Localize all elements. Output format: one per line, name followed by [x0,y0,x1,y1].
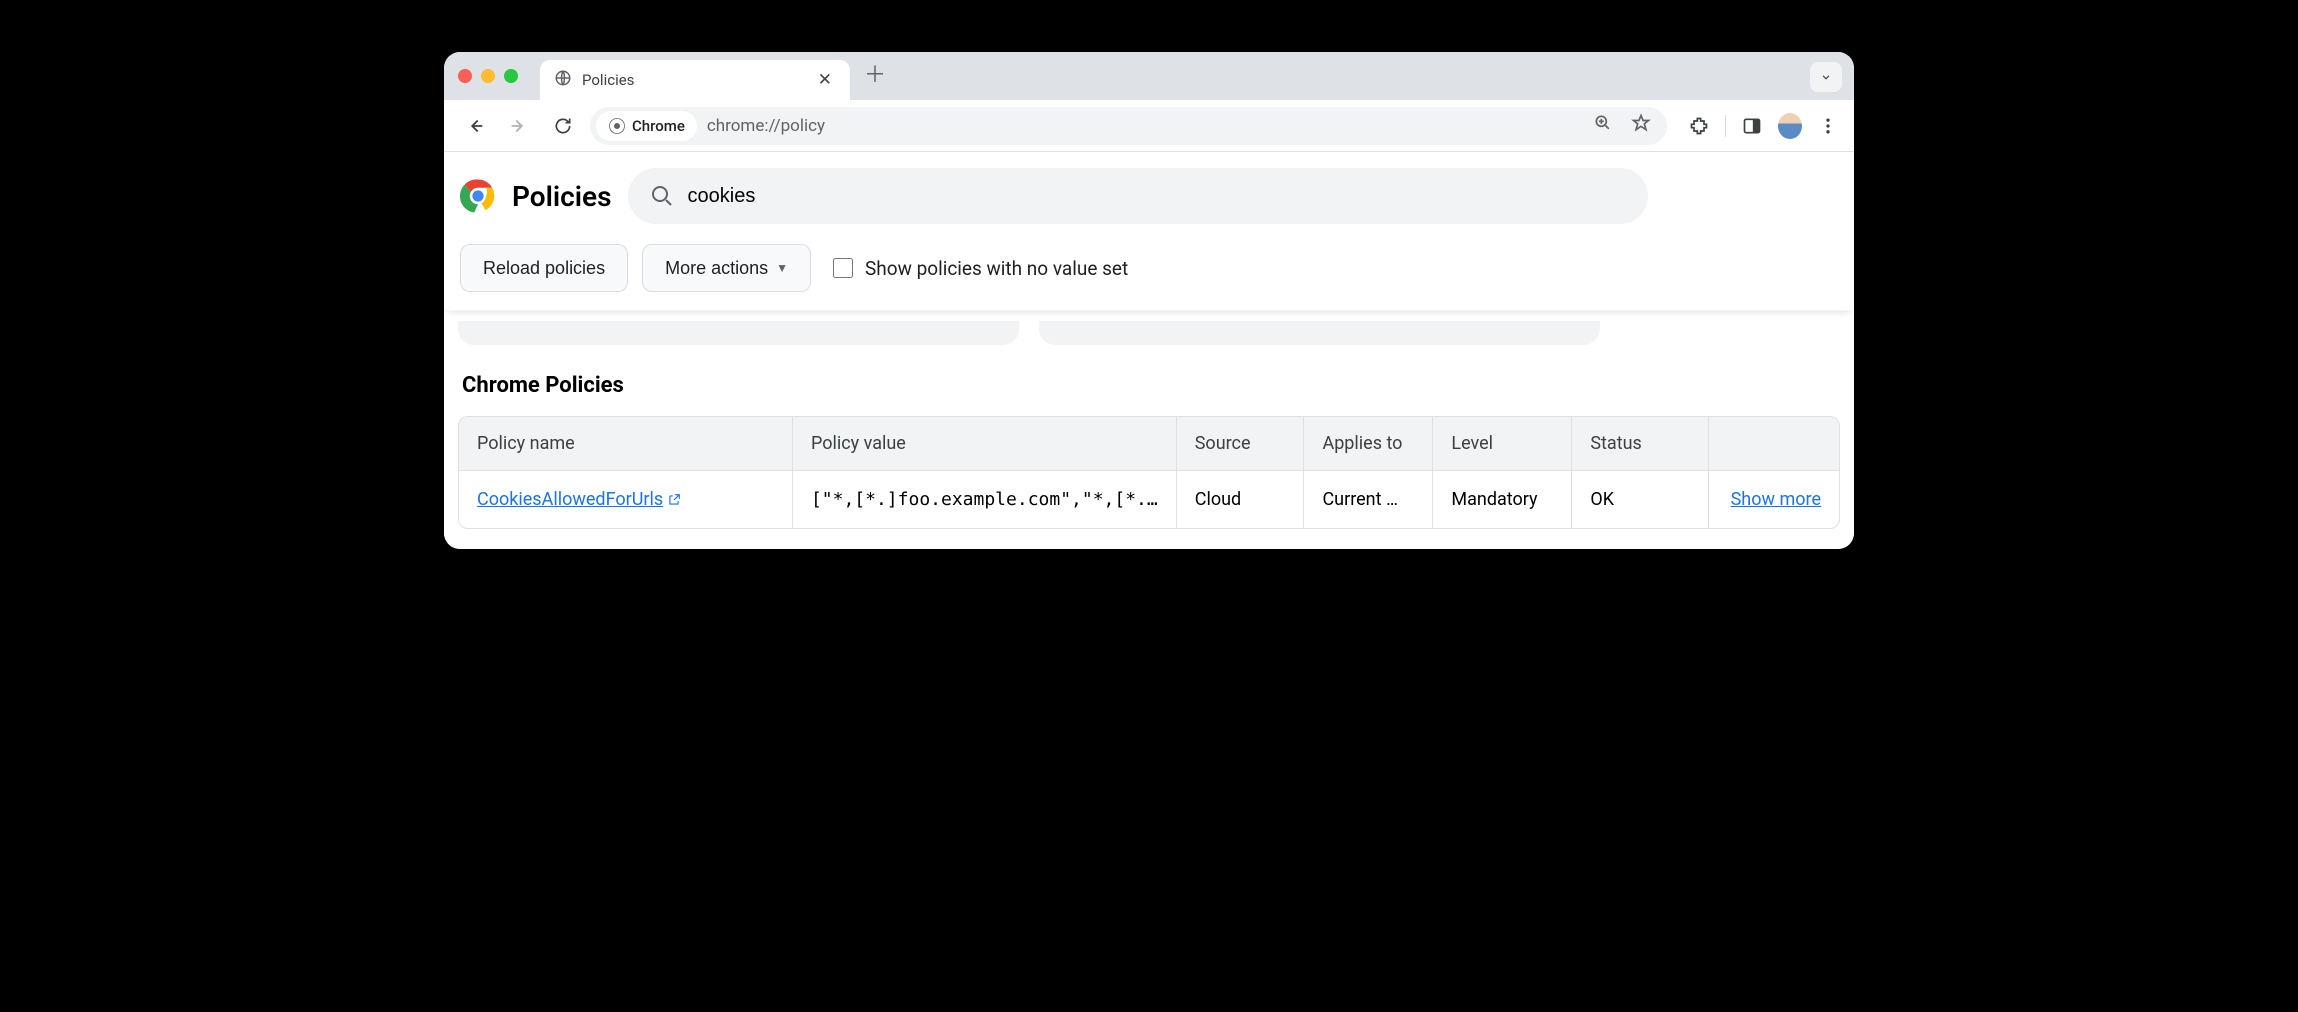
chrome-logo-icon [460,178,496,214]
more-actions-label: More actions [665,258,768,279]
chevron-down-icon [1819,70,1833,84]
reload-icon [553,116,573,136]
site-chip[interactable]: Chrome [596,111,697,141]
minimize-window-button[interactable] [481,69,495,83]
menu-button[interactable] [1816,114,1840,138]
th-level: Level [1433,417,1572,471]
reload-policies-label: Reload policies [483,258,605,279]
reload-policies-button[interactable]: Reload policies [460,244,628,292]
section-title: Chrome Policies [458,373,1840,398]
policy-status-cell: OK [1572,471,1709,528]
policy-row: CookiesAllowedForUrls ["*,[*.]foo.exampl… [459,471,1839,528]
info-card [458,321,1019,345]
search-icon [650,184,674,208]
forward-button[interactable] [502,109,536,143]
back-button[interactable] [458,109,492,143]
tabs-dropdown-button[interactable] [1810,62,1842,92]
profile-avatar[interactable] [1778,114,1802,138]
show-no-value-checkbox[interactable] [833,258,853,278]
page-content: Policies Reload policies More actions ▼ … [444,152,1854,549]
address-bar[interactable]: Chrome chrome://policy [590,107,1667,145]
avatar-icon [1778,113,1802,139]
show-no-value-row[interactable]: Show policies with no value set [833,257,1128,280]
maximize-window-button[interactable] [504,69,518,83]
tab-title: Policies [582,71,804,89]
close-tab-button[interactable]: ✕ [814,68,836,92]
caret-down-icon: ▼ [776,261,788,275]
tab-strip: Policies ✕ ＋ [444,52,1854,100]
th-actions [1709,417,1839,471]
th-applies: Applies to [1304,417,1433,471]
window-controls [458,69,518,83]
policies-table: Policy name Policy value Source Applies … [458,416,1840,529]
policy-value-cell: ["*,[*.]foo.example.com","*,[*.… [793,471,1177,528]
policy-applies-cell: Current … [1304,471,1433,528]
th-status: Status [1572,417,1709,471]
side-panel-icon[interactable] [1740,114,1764,138]
th-policy-value: Policy value [793,417,1177,471]
show-no-value-label: Show policies with no value set [865,257,1128,280]
browser-toolbar: Chrome chrome://policy [444,100,1854,152]
more-actions-button[interactable]: More actions ▼ [642,244,811,292]
policy-name-text: CookiesAllowedForUrls [477,489,663,510]
globe-icon [554,69,572,91]
policy-source-cell: Cloud [1177,471,1305,528]
policy-name-link[interactable]: CookiesAllowedForUrls [477,489,681,510]
browser-tab[interactable]: Policies ✕ [540,60,850,100]
zoom-icon[interactable] [1589,109,1617,142]
show-more-link[interactable]: Show more [1731,489,1821,510]
url-text: chrome://policy [707,116,1579,136]
separator [1725,115,1726,137]
bookmark-icon[interactable] [1627,109,1655,142]
policy-search-bar[interactable] [628,168,1648,224]
reload-button[interactable] [546,109,580,143]
info-card [1039,321,1600,345]
close-window-button[interactable] [458,69,472,83]
extensions-icon[interactable] [1687,114,1711,138]
browser-window: Policies ✕ ＋ Chrome chrome://policy [444,52,1854,549]
new-tab-button[interactable]: ＋ [864,65,886,87]
th-policy-name: Policy name [459,417,793,471]
page-header-sticky: Policies Reload policies More actions ▼ … [444,152,1854,311]
policy-level-cell: Mandatory [1433,471,1572,528]
chrome-icon [608,117,626,135]
site-chip-label: Chrome [632,117,685,135]
toolbar-icons [1687,114,1840,138]
policy-search-input[interactable] [688,185,1626,208]
arrow-right-icon [508,115,530,137]
kebab-icon [1818,116,1838,136]
page-title: Policies [512,180,612,213]
external-link-icon [667,493,681,507]
arrow-left-icon [464,115,486,137]
th-source: Source [1177,417,1305,471]
